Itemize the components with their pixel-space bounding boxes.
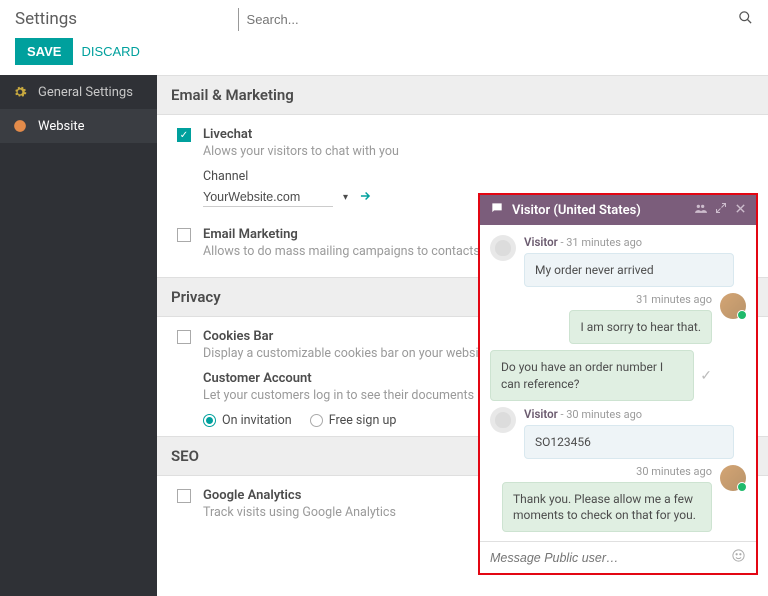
emoji-icon[interactable]: [731, 548, 746, 567]
visitor-avatar: [490, 235, 516, 261]
search-input[interactable]: [238, 8, 578, 31]
setting-desc: Alows your visitors to chat with you: [203, 144, 754, 159]
expand-icon[interactable]: [715, 202, 727, 218]
agent-avatar: [720, 293, 746, 319]
message-bubble: I am sorry to hear that.: [569, 310, 712, 344]
message-sender: Visitor: [524, 407, 558, 421]
checkbox-cookies[interactable]: [177, 330, 191, 344]
agent-avatar: [720, 465, 746, 491]
radio-free-signup[interactable]: Free sign up: [310, 413, 397, 428]
sidebar: General Settings Website: [0, 75, 157, 596]
sidebar-item-general[interactable]: General Settings: [0, 75, 157, 109]
discard-button[interactable]: DISCARD: [81, 44, 140, 59]
message-time: 30 minutes ago: [636, 465, 712, 478]
users-icon[interactable]: [694, 202, 707, 219]
chat-body[interactable]: Visitor - 31 minutes ago My order never …: [480, 225, 756, 541]
check-icon: ✓: [700, 368, 712, 384]
message-bubble: My order never arrived: [524, 253, 734, 287]
message-row: 31 minutes ago I am sorry to hear that.: [490, 293, 746, 344]
section-header-email: Email & Marketing: [157, 75, 768, 115]
gear-icon: [12, 84, 28, 100]
channel-select[interactable]: [203, 188, 333, 207]
radio-on-invitation[interactable]: On invitation: [203, 413, 292, 428]
message-row: 30 minutes ago Thank you. Please allow m…: [490, 465, 746, 532]
message-time: - 31 minutes ago: [560, 236, 642, 249]
message-row: Visitor - 31 minutes ago My order never …: [490, 235, 746, 287]
message-sender: Visitor: [524, 235, 558, 249]
setting-title: Livechat: [203, 127, 754, 142]
chat-message-input[interactable]: [490, 551, 723, 565]
search-icon[interactable]: [738, 10, 753, 29]
chat-input-bar: [480, 541, 756, 573]
checkbox-livechat[interactable]: ✓: [177, 128, 191, 142]
close-icon[interactable]: [735, 203, 746, 218]
message-bubble: Do you have an order number I can refere…: [490, 350, 694, 400]
chat-icon: [490, 201, 504, 219]
message-bubble: SO123456: [524, 425, 734, 459]
radio-label: On invitation: [222, 413, 292, 428]
chat-header[interactable]: Visitor (United States): [480, 195, 756, 225]
checkbox-google-analytics[interactable]: [177, 489, 191, 503]
page-title: Settings: [15, 9, 77, 29]
globe-icon: [12, 118, 28, 134]
chevron-down-icon[interactable]: ▾: [343, 192, 348, 203]
message-row: Do you have an order number I can refere…: [490, 350, 746, 400]
radio-label: Free sign up: [329, 413, 397, 428]
visitor-avatar: [490, 407, 516, 433]
sidebar-item-label: General Settings: [38, 85, 133, 100]
external-link-icon[interactable]: [358, 189, 372, 207]
message-time: 31 minutes ago: [636, 293, 712, 306]
save-button[interactable]: SAVE: [15, 38, 73, 65]
livechat-window: Visitor (United States) Visitor - 31 min…: [478, 193, 758, 575]
sidebar-item-label: Website: [38, 119, 85, 134]
sidebar-item-website[interactable]: Website: [0, 109, 157, 143]
channel-label: Channel: [203, 169, 754, 184]
message-row: Visitor - 30 minutes ago SO123456: [490, 407, 746, 459]
radio-dot-icon: [203, 414, 216, 427]
chat-title: Visitor (United States): [512, 203, 686, 218]
message-bubble: Thank you. Please allow me a few moments…: [502, 482, 712, 532]
checkbox-email-marketing[interactable]: [177, 228, 191, 242]
radio-dot-icon: [310, 414, 323, 427]
message-time: - 30 minutes ago: [560, 408, 642, 421]
